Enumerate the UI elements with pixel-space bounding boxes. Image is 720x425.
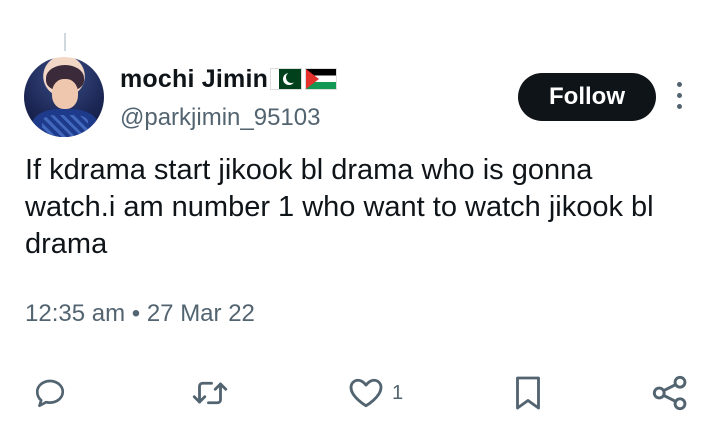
share-icon [652,375,687,411]
like-count: 1 [392,381,404,404]
bookmark-button[interactable] [510,365,546,421]
thread-line [64,33,66,51]
display-name[interactable]: mochi Jimin [120,65,268,94]
tweet-actions: 1 [0,365,720,421]
retweet-icon [192,381,228,405]
follow-button[interactable]: Follow [518,73,656,121]
pakistan-flag-icon [270,68,303,90]
tweet-date: 27 Mar 22 [146,300,255,327]
heart-icon [349,378,383,408]
meta-separator: • [131,300,141,327]
tweet-text: If kdrama start jikook bl drama who is g… [25,154,654,260]
palestine-flag-icon [305,68,338,90]
share-button[interactable] [650,365,690,421]
user-name-row[interactable]: mochi Jimin [120,62,338,96]
user-handle[interactable]: @parkjimin_95103 [120,104,320,132]
reply-button[interactable] [32,365,68,421]
avatar[interactable] [24,57,104,137]
retweet-button[interactable] [190,365,230,421]
reply-icon [35,379,65,408]
more-options-icon[interactable] [672,82,686,114]
bookmark-icon [516,376,540,410]
like-button[interactable]: 1 [346,365,403,421]
tweet-time: 12:35 am [25,300,126,327]
tweet-timestamp[interactable]: 12:35 am • 27 Mar 22 [25,300,255,328]
